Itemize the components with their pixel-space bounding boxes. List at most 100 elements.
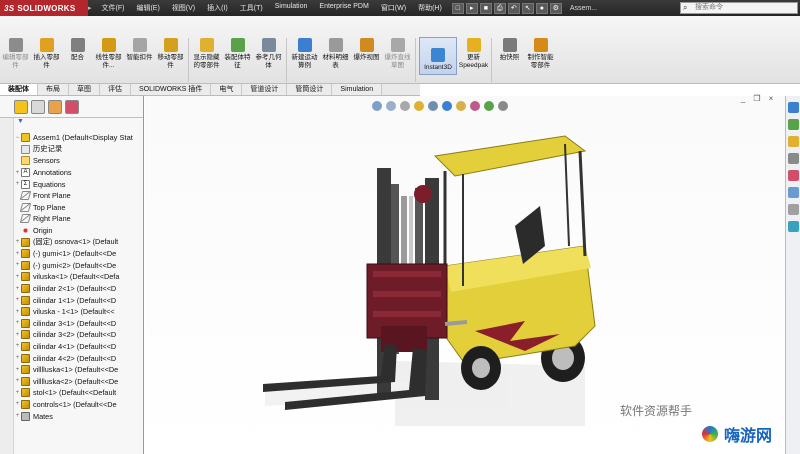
tab-5[interactable]: 电气 xyxy=(211,84,243,95)
undo-icon[interactable]: ↶ xyxy=(507,2,520,14)
options-icon[interactable]: ⚙ xyxy=(549,2,562,14)
menu-item-7[interactable]: 窗口(W) xyxy=(375,3,412,13)
ribbon-button-13[interactable]: Instant3D xyxy=(419,37,457,75)
tab-1[interactable]: 布局 xyxy=(38,84,69,95)
ribbon-button-16[interactable]: 制作智能零部件 xyxy=(526,38,555,80)
tree-node[interactable]: + villlluska<2> (Default<<De xyxy=(14,375,144,387)
tree-node[interactable]: Origin xyxy=(14,225,144,237)
expand-icon[interactable]: + xyxy=(14,401,21,407)
tree-node[interactable]: Right Plane xyxy=(14,213,144,225)
ribbon-button-2[interactable]: 配合 xyxy=(63,38,92,80)
tree-node[interactable]: + cilindar 2<1> (Default<<D xyxy=(14,283,144,295)
expand-icon[interactable]: + xyxy=(14,309,21,315)
filter-icon[interactable]: ▼ xyxy=(0,118,143,128)
ribbon-button-14[interactable]: 更新Speedpak xyxy=(459,38,488,80)
expand-icon[interactable]: + xyxy=(14,413,21,419)
menu-item-0[interactable]: 文件(F) xyxy=(96,3,131,13)
tree-node[interactable]: Sensors xyxy=(14,155,144,167)
expand-icon[interactable]: + xyxy=(14,355,21,361)
collapse-icon[interactable]: − xyxy=(14,135,21,141)
ribbon-button-3[interactable]: 线性零部件... xyxy=(94,38,123,80)
expand-icon[interactable]: + xyxy=(14,378,21,384)
save-icon[interactable]: ■ xyxy=(479,2,492,14)
tree-node[interactable]: + viluska - 1<1> (Default<< xyxy=(14,306,144,318)
tree-node[interactable]: 历史记录 xyxy=(14,144,144,156)
forklift-model[interactable] xyxy=(145,96,785,454)
tree-node[interactable]: + (-) gumi<1> (Default<<De xyxy=(14,248,144,260)
tree-node[interactable]: + viluska<1> (Default<<Defa xyxy=(14,271,144,283)
tab-0[interactable]: 装配体 xyxy=(0,84,38,95)
expand-icon[interactable]: + xyxy=(14,262,21,268)
ribbon-button-4[interactable]: 智能扣件 xyxy=(125,38,154,80)
menu-item-5[interactable]: Simulation xyxy=(269,3,314,13)
tab-6[interactable]: 管道设计 xyxy=(242,84,288,95)
display-manager-tab-icon[interactable] xyxy=(65,99,79,114)
menu-item-2[interactable]: 视图(V) xyxy=(166,3,201,13)
expand-icon[interactable]: + xyxy=(14,367,21,373)
expand-icon[interactable]: + xyxy=(14,239,21,245)
property-manager-tab-icon[interactable] xyxy=(31,99,45,114)
tree-node[interactable]: + A Annotations xyxy=(14,167,144,179)
expand-icon[interactable]: + xyxy=(14,251,21,257)
tree-node[interactable]: Front Plane xyxy=(14,190,144,202)
tree-node[interactable]: + (-) gumi<2> (Default<<De xyxy=(14,260,144,272)
tree-node[interactable]: Top Plane xyxy=(14,202,144,214)
ribbon-button-6[interactable]: 显示隐藏的零部件 xyxy=(192,38,221,80)
menu-item-4[interactable]: 工具(T) xyxy=(234,3,269,13)
tree-node[interactable]: + cilindar 4<2> (Default<<D xyxy=(14,352,144,364)
menu-item-6[interactable]: Enterprise PDM xyxy=(313,3,374,13)
ribbon-button-12[interactable]: 爆炸直线草图 xyxy=(383,38,412,80)
ribbon-button-11[interactable]: 爆炸视图 xyxy=(352,38,381,80)
expand-icon[interactable]: + xyxy=(14,320,21,326)
expand-icon[interactable]: + xyxy=(14,332,21,338)
expand-icon[interactable]: + xyxy=(14,286,21,292)
tree-node[interactable]: + Mates xyxy=(14,410,144,422)
tree-node[interactable]: + cilindar 1<1> (Default<<D xyxy=(14,294,144,306)
tab-2[interactable]: 草图 xyxy=(69,84,100,95)
menu-item-8[interactable]: 帮助(H) xyxy=(412,3,448,13)
logo-arrow-icon[interactable]: ▸ xyxy=(88,4,96,12)
appearances-icon[interactable] xyxy=(787,187,799,198)
tab-4[interactable]: SOLIDWORKS 插件 xyxy=(131,84,212,95)
ribbon-button-9[interactable]: 新建运动算例 xyxy=(290,38,319,80)
tree-root-assembly[interactable]: − Assem1 (Default<Display Stat xyxy=(14,132,144,144)
tree-node[interactable]: + stol<1> (Default<<Default xyxy=(14,387,144,399)
ribbon-button-10[interactable]: 材料明细表 xyxy=(321,38,350,80)
tab-8[interactable]: Simulation xyxy=(332,84,383,95)
tree-node[interactable]: + villlluska<1> (Default<<De xyxy=(14,364,144,376)
solidworks-resources-icon[interactable] xyxy=(787,102,799,113)
ribbon-button-1[interactable]: 插入零部件 xyxy=(32,38,61,80)
ribbon-button-7[interactable]: 装配体特征 xyxy=(223,38,252,80)
view-palette-icon[interactable] xyxy=(787,170,799,181)
rebuild-icon[interactable]: ● xyxy=(535,2,548,14)
design-library-icon[interactable] xyxy=(787,119,799,130)
ribbon-button-8[interactable]: 参考几何体 xyxy=(254,38,283,80)
tree-node[interactable]: + Σ Equations xyxy=(14,178,144,190)
menu-item-1[interactable]: 编辑(E) xyxy=(130,3,165,13)
expand-icon[interactable]: + xyxy=(14,274,21,280)
feature-tree-tab-icon[interactable] xyxy=(14,99,28,114)
select-icon[interactable]: ↖ xyxy=(521,2,534,14)
tree-node[interactable]: + (固定) osnova<1> (Default xyxy=(14,236,144,248)
tab-7[interactable]: 管筒设计 xyxy=(287,84,333,95)
tree-node[interactable]: + cilindar 3<2> (Default<<D xyxy=(14,329,144,341)
forum-icon[interactable] xyxy=(787,221,799,232)
menu-item-3[interactable]: 插入(I) xyxy=(201,3,234,13)
ribbon-button-0[interactable]: 编辑零部件 xyxy=(1,38,30,80)
custom-properties-icon[interactable] xyxy=(787,204,799,215)
new-doc-icon[interactable]: □ xyxy=(451,2,464,14)
expand-icon[interactable]: + xyxy=(14,390,21,396)
tree-node[interactable]: + cilindar 3<1> (Default<<D xyxy=(14,318,144,330)
search-pane-icon[interactable] xyxy=(787,153,799,164)
tree-node[interactable]: + controls<1> (Default<<De xyxy=(14,399,144,411)
ribbon-button-15[interactable]: 拍快照 xyxy=(495,38,524,80)
configuration-tab-icon[interactable] xyxy=(48,99,62,114)
expand-icon[interactable]: + xyxy=(14,170,21,176)
ribbon-button-5[interactable]: 移动零部件 xyxy=(156,38,185,80)
search-commands-input[interactable]: ⌕ 搜索命令 xyxy=(680,2,798,14)
expand-icon[interactable]: + xyxy=(14,343,21,349)
expand-icon[interactable]: + xyxy=(14,297,21,303)
tree-node[interactable]: + cilindar 4<1> (Default<<D xyxy=(14,341,144,353)
open-icon[interactable]: ▸ xyxy=(465,2,478,14)
print-icon[interactable]: ⎙ xyxy=(493,2,506,14)
